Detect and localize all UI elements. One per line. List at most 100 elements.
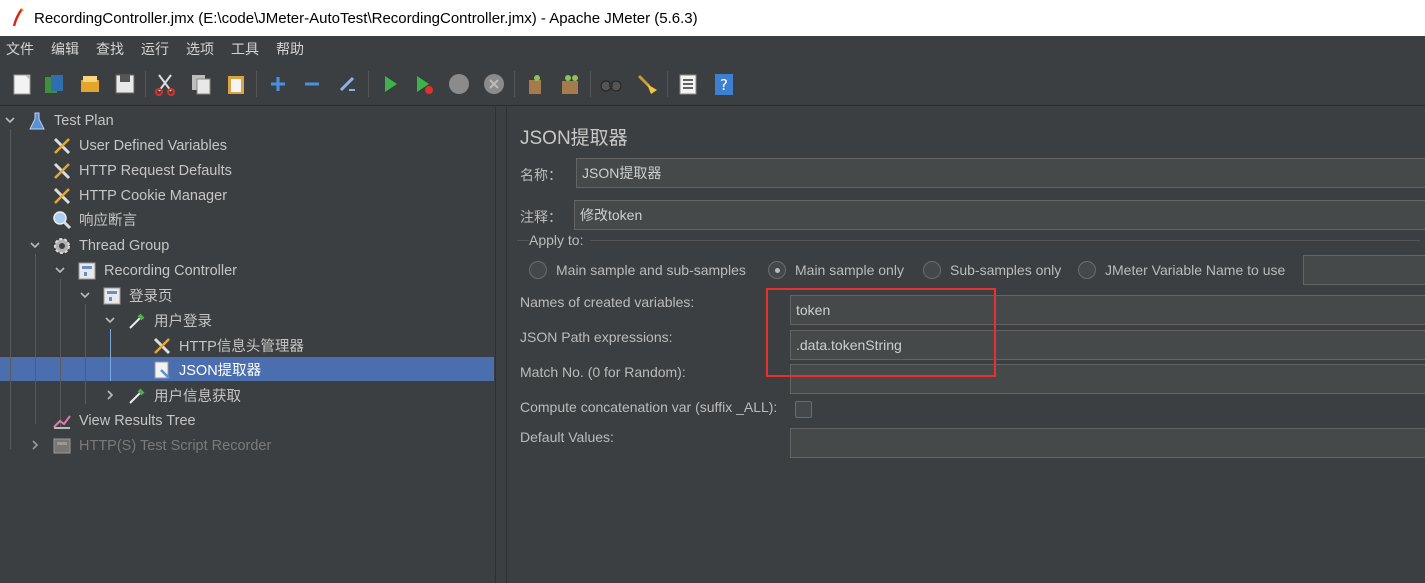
collapse-chevron-icon[interactable] — [78, 288, 92, 302]
tree-item-response-assertion[interactable]: 响应断言 — [51, 207, 137, 232]
tree-item-recording-controller[interactable]: Recording Controller — [76, 258, 237, 283]
wrench-icon — [51, 185, 73, 207]
tree-item-http-cookie-manager[interactable]: HTTP Cookie Manager — [51, 183, 227, 208]
wrench-icon — [151, 335, 173, 357]
controller-icon — [101, 285, 123, 307]
chart-icon — [51, 410, 73, 432]
menu-help[interactable]: 帮助 — [276, 39, 304, 59]
radio-main-and-sub-label: Main sample and sub-samples — [556, 262, 746, 278]
name-field[interactable]: JSON提取器 — [576, 158, 1425, 188]
tree-item-label: 登录页 — [129, 289, 173, 305]
tree-item-label: 响应断言 — [79, 213, 137, 229]
concat-checkbox[interactable] — [795, 401, 812, 418]
concat-label: Compute concatenation var (suffix _ALL): — [520, 399, 778, 415]
wrench-icon — [51, 135, 73, 157]
start-icon[interactable] — [376, 70, 404, 98]
panel-title: JSON提取器 — [520, 128, 628, 149]
shutdown-icon[interactable] — [480, 70, 508, 98]
save-icon[interactable] — [111, 70, 139, 98]
gear-icon — [51, 235, 73, 257]
collapse-chevron-icon[interactable] — [53, 263, 67, 277]
menu-edit[interactable]: 编辑 — [51, 39, 79, 59]
new-icon[interactable] — [8, 70, 36, 98]
menubar: 文件 编辑 查找 运行 选项 工具 帮助 — [0, 36, 1425, 62]
collapse-chevron-icon[interactable] — [103, 313, 117, 327]
tree-item-label: View Results Tree — [79, 412, 196, 429]
paste-icon[interactable] — [222, 70, 250, 98]
json-extractor-panel: JSON提取器 名称： JSON提取器 注释： 修改token Apply to… — [507, 107, 1425, 583]
flask-icon — [26, 110, 48, 132]
copy-icon[interactable] — [187, 70, 215, 98]
reset-search-icon[interactable] — [633, 70, 661, 98]
collapse-chevron-icon[interactable] — [3, 113, 17, 127]
radio-jmeter-variable-label: JMeter Variable Name to use — [1105, 262, 1286, 278]
recorder-icon — [51, 435, 73, 457]
menu-file[interactable]: 文件 — [6, 39, 34, 59]
window-titlebar: RecordingController.jmx (E:\code\JMeter-… — [0, 0, 1425, 36]
extractor-icon — [151, 359, 173, 381]
tree-item-label: HTTP Request Defaults — [79, 162, 232, 179]
radio-main-only[interactable] — [768, 261, 786, 279]
function-helper-icon[interactable] — [674, 70, 702, 98]
json-path-label: JSON Path expressions: — [520, 329, 673, 345]
menu-search[interactable]: 查找 — [96, 39, 124, 59]
wrench-icon — [51, 160, 73, 182]
magnifier-icon — [51, 209, 73, 231]
help-icon[interactable]: ? — [710, 70, 738, 98]
radio-main-and-sub[interactable] — [529, 261, 547, 279]
clear-icon[interactable] — [521, 70, 549, 98]
comment-field[interactable]: 修改token — [574, 200, 1425, 230]
templates-icon[interactable] — [40, 70, 68, 98]
tree-item-thread-group[interactable]: Thread Group — [51, 233, 169, 258]
clear-all-icon[interactable] — [556, 70, 584, 98]
radio-sub-only-label: Sub-samples only — [950, 262, 1062, 278]
tree-item-script-recorder[interactable]: HTTP(S) Test Script Recorder — [51, 433, 271, 458]
open-icon[interactable] — [76, 70, 104, 98]
annotation-highlight-box — [766, 288, 996, 377]
tree-item-label: Thread Group — [79, 237, 170, 254]
tree-item-label: Test Plan — [54, 112, 114, 129]
collapse-chevron-icon[interactable] — [28, 238, 42, 252]
tree-item-label: User Defined Variables — [79, 137, 228, 154]
controller-icon — [76, 260, 98, 282]
tree-item-label: JSON提取器 — [179, 363, 262, 379]
jmeter-feather-icon — [12, 8, 24, 27]
tree-item-json-extractor[interactable]: JSON提取器 — [151, 357, 261, 382]
radio-sub-only[interactable] — [923, 261, 941, 279]
pipette-icon — [126, 310, 148, 332]
collapse-icon[interactable] — [298, 70, 326, 98]
tree-item-test-plan[interactable]: Test Plan — [26, 108, 114, 133]
tree-item-view-results-tree[interactable]: View Results Tree — [51, 408, 196, 433]
tree-item-label: HTTP信息头管理器 — [179, 339, 304, 355]
svg-text:?: ? — [720, 76, 728, 94]
tree-item-label: Recording Controller — [104, 262, 237, 279]
test-plan-tree: Test Plan User Defined Variables HTTP Re… — [0, 107, 495, 583]
var-names-label: Names of created variables: — [520, 294, 695, 310]
tree-item-user-info[interactable]: 用户信息获取 — [126, 383, 241, 408]
expand-chevron-icon[interactable] — [28, 438, 42, 452]
default-values-field[interactable] — [790, 428, 1425, 458]
tree-item-login-page[interactable]: 登录页 — [101, 283, 173, 308]
tree-item-label: HTTP(S) Test Script Recorder — [79, 437, 272, 454]
search-icon[interactable] — [597, 70, 625, 98]
tree-item-label: HTTP Cookie Manager — [79, 187, 228, 204]
menu-run[interactable]: 运行 — [141, 39, 169, 59]
expand-chevron-icon[interactable] — [103, 388, 117, 402]
jmeter-variable-name-field[interactable] — [1303, 255, 1425, 285]
default-values-label: Default Values: — [520, 429, 614, 445]
start-no-pause-icon[interactable] — [410, 70, 438, 98]
menu-options[interactable]: 选项 — [186, 39, 214, 59]
tree-item-http-request-defaults[interactable]: HTTP Request Defaults — [51, 158, 232, 183]
name-label: 名称： — [520, 167, 562, 183]
radio-jmeter-variable[interactable] — [1078, 261, 1096, 279]
stop-icon[interactable] — [445, 70, 473, 98]
cut-icon[interactable] — [151, 70, 179, 98]
pipette-icon — [126, 385, 148, 407]
toggle-icon[interactable] — [333, 70, 361, 98]
tree-item-http-header-manager[interactable]: HTTP信息头管理器 — [151, 333, 304, 358]
tree-item-user-login[interactable]: 用户登录 — [126, 308, 212, 333]
expand-icon[interactable] — [264, 70, 292, 98]
tree-item-user-defined-variables[interactable]: User Defined Variables — [51, 133, 227, 158]
window-title: RecordingController.jmx (E:\code\JMeter-… — [34, 9, 698, 27]
menu-tools[interactable]: 工具 — [231, 39, 259, 59]
